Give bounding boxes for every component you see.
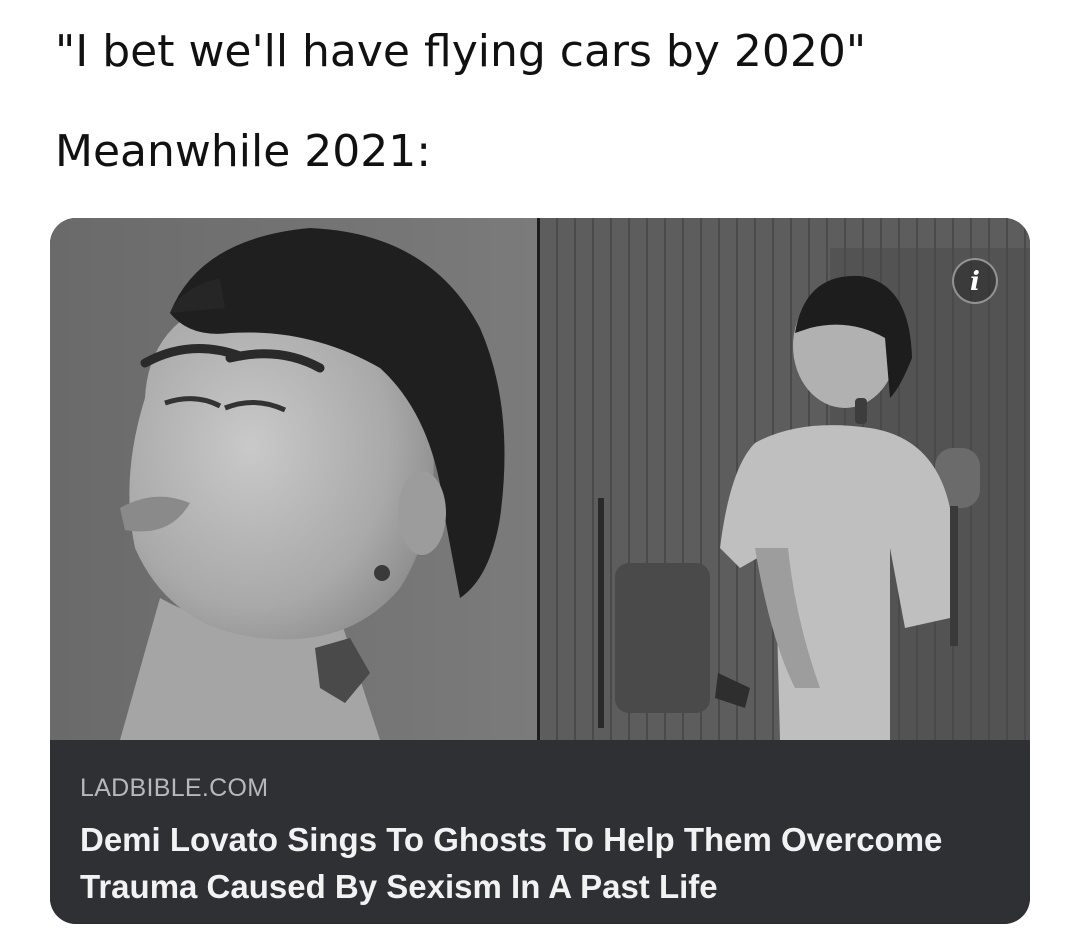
- meme-caption-line-2: Meanwhile 2021:: [55, 126, 432, 177]
- article-source: LADBIBLE.COM: [80, 774, 269, 802]
- article-headline[interactable]: Demi Lovato Sings To Ghosts To Help Them…: [80, 816, 1010, 910]
- article-photo-right: i: [540, 218, 1030, 740]
- info-icon[interactable]: i: [952, 258, 998, 304]
- standing-figure-illustration: [540, 218, 1030, 740]
- portrait-closeup-illustration: [50, 218, 537, 740]
- meme-caption-line-1: "I bet we'll have flying cars by 2020": [55, 26, 867, 77]
- article-link-card[interactable]: i LADBIBLE.COM Demi Lovato Sings To Ghos…: [50, 218, 1030, 924]
- article-photo-left: [50, 218, 537, 740]
- article-footer: LADBIBLE.COM Demi Lovato Sings To Ghosts…: [50, 740, 1030, 924]
